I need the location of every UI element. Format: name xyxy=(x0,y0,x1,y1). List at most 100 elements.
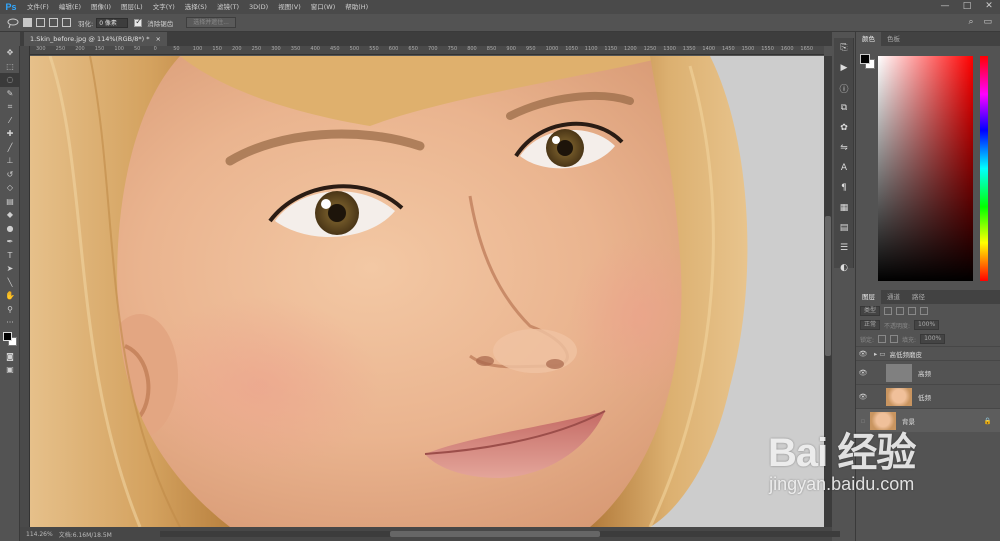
tab-channels[interactable]: 通道 xyxy=(881,290,906,304)
subtract-selection-icon[interactable] xyxy=(49,18,58,27)
screen-mode-icon[interactable]: ▣ xyxy=(0,363,20,377)
close-button[interactable]: ✕ xyxy=(978,0,1000,14)
minimize-button[interactable]: — xyxy=(934,0,956,14)
panel-foreground-color[interactable] xyxy=(860,54,870,64)
quick-select-tool-icon[interactable]: ✎ xyxy=(0,87,20,101)
layer-row[interactable]: 👁 ▸ ▭ 高低频磨皮 xyxy=(856,346,1000,360)
select-and-mask-button[interactable]: 选择并遮住... xyxy=(186,17,236,28)
menu-type[interactable]: 文字(Y) xyxy=(148,0,180,14)
path-select-tool-icon[interactable]: ➤ xyxy=(0,262,20,276)
horizontal-scroll-thumb[interactable] xyxy=(390,531,600,537)
filter-pixel-icon[interactable] xyxy=(884,307,893,315)
history-panel-icon[interactable]: ⎘ xyxy=(834,38,854,58)
more-tools-icon[interactable]: ··· xyxy=(0,316,20,330)
ruler-tick-label: 1350 xyxy=(682,46,696,52)
workspace-icon[interactable]: ▭ xyxy=(983,17,992,27)
opacity-input[interactable]: 100% xyxy=(914,320,940,330)
lock-pixels-icon[interactable] xyxy=(878,335,887,343)
eye-icon[interactable]: 👁 xyxy=(856,393,870,401)
filter-adjust-icon[interactable] xyxy=(896,307,905,315)
styles-panel-icon[interactable]: ▤ xyxy=(834,218,854,238)
libraries-icon[interactable]: ▦ xyxy=(834,198,854,218)
swatches-panel-icon[interactable]: ◐ xyxy=(834,258,854,278)
blur-tool-icon[interactable]: ◆ xyxy=(0,208,20,222)
type-tool-icon[interactable]: T xyxy=(0,249,20,263)
document-canvas[interactable] xyxy=(30,56,824,527)
menu-edit[interactable]: 编辑(E) xyxy=(54,0,86,14)
add-selection-icon[interactable] xyxy=(36,18,45,27)
actions-panel-icon[interactable]: ▶ xyxy=(834,58,854,78)
pen-tool-icon[interactable]: ✒ xyxy=(0,235,20,249)
tab-layers[interactable]: 图层 xyxy=(856,290,881,304)
adjustments-icon[interactable]: ⇋ xyxy=(834,138,854,158)
line-tool-icon[interactable]: ╲ xyxy=(0,276,20,290)
vertical-scroll-thumb[interactable] xyxy=(825,216,831,356)
paragraph-panel-icon[interactable]: ¶ xyxy=(834,178,854,198)
gradient-tool-icon[interactable]: ▤ xyxy=(0,195,20,209)
tab-color[interactable]: 颜色 xyxy=(856,32,881,46)
fill-input[interactable]: 100% xyxy=(920,334,946,344)
eye-icon[interactable]: 👁 xyxy=(856,369,870,377)
tab-paths[interactable]: 路径 xyxy=(906,290,931,304)
ruler-tick-label: 450 xyxy=(330,46,340,52)
crop-tool-icon[interactable]: ⌗ xyxy=(0,100,20,114)
intersect-selection-icon[interactable] xyxy=(62,18,71,27)
close-tab-icon[interactable]: × xyxy=(156,32,161,46)
menu-filter[interactable]: 滤镜(T) xyxy=(212,0,244,14)
menu-window[interactable]: 窗口(W) xyxy=(306,0,341,14)
antialias-checkbox[interactable] xyxy=(134,17,143,27)
ruler-tick-label: 300 xyxy=(36,46,46,52)
zoom-level[interactable]: 114.26% xyxy=(26,531,53,538)
lasso-tool-icon[interactable]: ◌ xyxy=(0,73,20,87)
menu-file[interactable]: 文件(F) xyxy=(22,0,54,14)
hand-tool-icon[interactable]: ✋ xyxy=(0,289,20,303)
ruler-tick-label: 1050 xyxy=(565,46,578,52)
history-brush-tool-icon[interactable]: ↺ xyxy=(0,168,20,182)
horizontal-scrollbar[interactable] xyxy=(160,531,840,537)
blend-mode-select[interactable]: 正常 xyxy=(860,320,881,330)
foreground-color[interactable] xyxy=(3,331,12,341)
new-selection-icon[interactable] xyxy=(23,18,32,27)
menu-3d[interactable]: 3D(D) xyxy=(244,0,273,14)
filter-type-icon[interactable] xyxy=(908,307,917,315)
layer-row[interactable]: 👁 低频 xyxy=(856,384,1000,408)
healing-brush-tool-icon[interactable]: ✚ xyxy=(0,127,20,141)
document-tab[interactable]: 1.Skin_before.jpg @ 114%(RGB/8*) * × xyxy=(24,32,167,46)
menu-layer[interactable]: 图层(L) xyxy=(116,0,148,14)
dodge-tool-icon[interactable]: ● xyxy=(0,222,20,236)
color-spectrum[interactable] xyxy=(878,56,973,281)
brush-presets-icon[interactable]: ✿ xyxy=(834,118,854,138)
tab-swatches[interactable]: 色板 xyxy=(881,32,906,46)
character-panel-icon[interactable]: A xyxy=(834,158,854,178)
eye-icon[interactable]: 👁 xyxy=(856,350,870,358)
lasso-preset-icon[interactable] xyxy=(6,17,20,29)
eraser-tool-icon[interactable]: ◇ xyxy=(0,181,20,195)
menu-view[interactable]: 视图(V) xyxy=(273,0,306,14)
layer-row[interactable]: ▫ 背景 🔒 xyxy=(856,408,1000,432)
marquee-tool-icon[interactable]: ⬚ xyxy=(0,60,20,74)
move-tool-icon[interactable]: ✥ xyxy=(0,46,20,60)
navigator-panel-icon[interactable]: ⧉ xyxy=(834,98,854,118)
layer-row[interactable]: 👁 高频 xyxy=(856,360,1000,384)
menu-help[interactable]: 帮助(H) xyxy=(340,0,373,14)
layer-thumbnail xyxy=(886,387,912,406)
lock-position-icon[interactable] xyxy=(890,335,899,343)
quick-mask-icon[interactable]: ◙ xyxy=(0,350,20,364)
color-swatches[interactable] xyxy=(0,330,20,350)
maximize-button[interactable]: □ xyxy=(956,0,978,14)
menu-select[interactable]: 选择(S) xyxy=(180,0,212,14)
info-panel-icon[interactable]: ⓘ xyxy=(834,78,854,98)
eye-icon[interactable]: ▫ xyxy=(856,417,870,425)
zoom-tool-icon[interactable]: ⚲ xyxy=(0,303,20,317)
layer-filter-select[interactable]: 类型 xyxy=(860,306,881,316)
search-icon[interactable]: ⌕ xyxy=(968,17,973,27)
eyedropper-tool-icon[interactable]: ⁄ xyxy=(0,114,20,128)
ruler-tick-label: 700 xyxy=(428,46,438,52)
properties-panel-icon[interactable]: ☰ xyxy=(834,238,854,258)
filter-shape-icon[interactable] xyxy=(920,307,929,315)
clone-stamp-tool-icon[interactable]: ⊥ xyxy=(0,154,20,168)
feather-input[interactable]: 0 像素 xyxy=(96,17,129,28)
menu-image[interactable]: 图像(I) xyxy=(86,0,116,14)
brush-tool-icon[interactable]: ╱ xyxy=(0,141,20,155)
hue-slider[interactable] xyxy=(980,56,988,281)
